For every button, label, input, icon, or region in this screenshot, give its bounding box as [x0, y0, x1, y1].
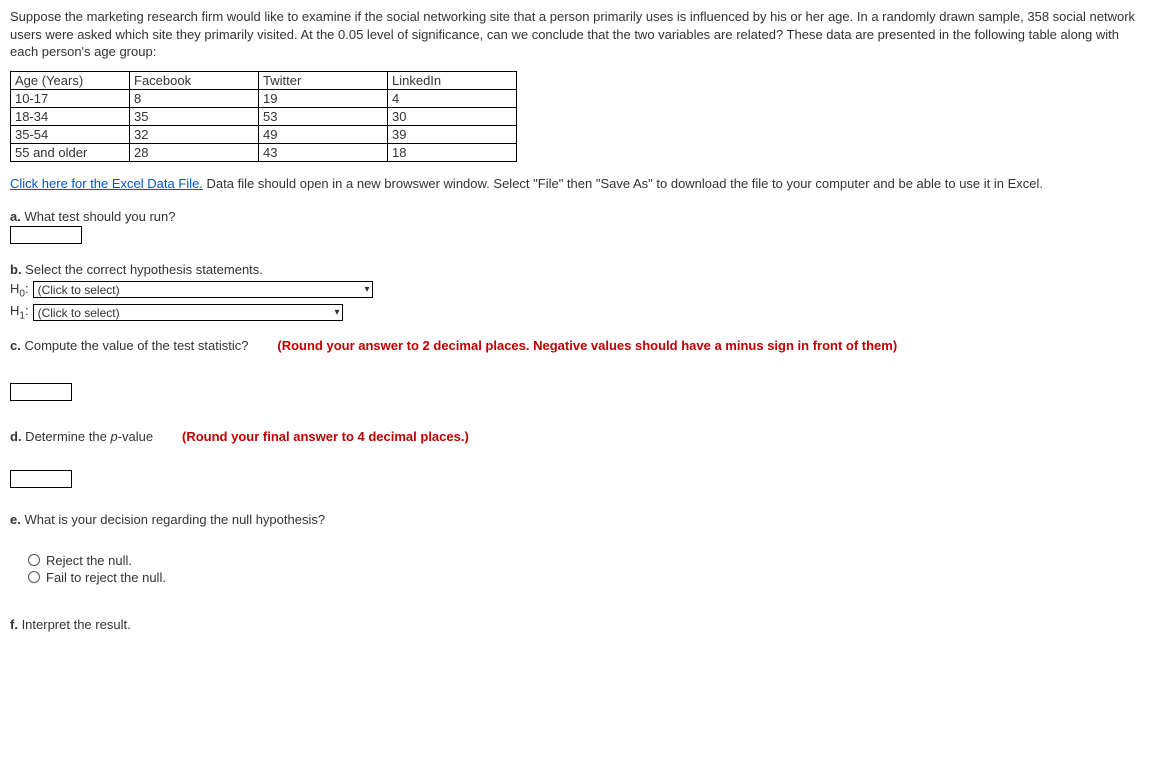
qa-d-text2: -value [118, 429, 153, 444]
qa-a-prefix: a. [10, 209, 21, 224]
question-c: c. Compute the value of the test statist… [10, 338, 1140, 401]
cell-li: 39 [388, 125, 517, 143]
datafile-instruction: Data file should open in a new browswer … [203, 176, 1043, 191]
qa-d-text: Determine the [22, 429, 111, 444]
cell-tw: 43 [259, 143, 388, 161]
data-table: Age (Years) Facebook Twitter LinkedIn 10… [10, 71, 517, 162]
cell-age: 35-54 [11, 125, 130, 143]
cell-li: 4 [388, 89, 517, 107]
h1-label: H1: [10, 301, 29, 324]
chevron-down-icon: ▾ [365, 282, 370, 297]
cell-li: 18 [388, 143, 517, 161]
qa-a-text: What test should you run? [21, 209, 176, 224]
h0-select[interactable]: (Click to select) ▾ [33, 281, 373, 298]
intro-text: Suppose the marketing research firm woul… [10, 8, 1140, 61]
cell-tw: 19 [259, 89, 388, 107]
qa-b-text: Select the correct hypothesis statements… [22, 262, 263, 277]
excel-data-file-link[interactable]: Click here for the Excel Data File. [10, 176, 203, 191]
table-row: 55 and older 28 43 18 [11, 143, 517, 161]
cell-age: 18-34 [11, 107, 130, 125]
table-header-row: Age (Years) Facebook Twitter LinkedIn [11, 71, 517, 89]
question-e: e. What is your decision regarding the n… [10, 512, 1140, 585]
cell-fb: 32 [130, 125, 259, 143]
qa-b-prefix: b. [10, 262, 22, 277]
radio-label-fail-reject: Fail to reject the null. [46, 570, 166, 585]
question-b: b. Select the correct hypothesis stateme… [10, 262, 1140, 324]
qa-e-text: What is your decision regarding the null… [21, 512, 325, 527]
question-d: d. Determine the p-value (Round your fin… [10, 429, 1140, 488]
th-twitter: Twitter [259, 71, 388, 89]
radio-option-reject[interactable]: Reject the null. [28, 553, 1140, 568]
qa-c-hint: (Round your answer to 2 decimal places. … [277, 338, 897, 353]
qa-f-text: Interpret the result. [18, 617, 131, 632]
question-a: a. What test should you run? [10, 209, 1140, 244]
cell-tw: 53 [259, 107, 388, 125]
h1-select-placeholder: (Click to select) [38, 304, 120, 322]
table-row: 10-17 8 19 4 [11, 89, 517, 107]
h0-label: H0: [10, 279, 29, 302]
cell-fb: 35 [130, 107, 259, 125]
qa-e-prefix: e. [10, 512, 21, 527]
qa-c-prefix: c. [10, 338, 21, 353]
th-facebook: Facebook [130, 71, 259, 89]
h1-select[interactable]: (Click to select) ▾ [33, 304, 343, 321]
cell-li: 30 [388, 107, 517, 125]
radio-option-fail-reject[interactable]: Fail to reject the null. [28, 570, 1140, 585]
cell-tw: 49 [259, 125, 388, 143]
cell-age: 55 and older [11, 143, 130, 161]
cell-fb: 8 [130, 89, 259, 107]
table-row: 35-54 32 49 39 [11, 125, 517, 143]
qa-f-prefix: f. [10, 617, 18, 632]
p-italic: p [110, 429, 117, 444]
cell-fb: 28 [130, 143, 259, 161]
qa-c-text: Compute the value of the test statistic? [21, 338, 249, 353]
table-row: 18-34 35 53 30 [11, 107, 517, 125]
h0-select-placeholder: (Click to select) [38, 281, 120, 299]
th-age: Age (Years) [11, 71, 130, 89]
test-name-input[interactable] [10, 226, 82, 244]
cell-age: 10-17 [11, 89, 130, 107]
th-linkedin: LinkedIn [388, 71, 517, 89]
question-f: f. Interpret the result. [10, 617, 1140, 632]
chevron-down-icon: ▾ [335, 305, 340, 320]
radio-icon [28, 571, 40, 583]
radio-icon [28, 554, 40, 566]
qa-d-hint: (Round your final answer to 4 decimal pl… [182, 429, 469, 444]
qa-d-prefix: d. [10, 429, 22, 444]
radio-label-reject: Reject the null. [46, 553, 132, 568]
test-statistic-input[interactable] [10, 383, 72, 401]
datafile-note: Click here for the Excel Data File. Data… [10, 176, 1140, 191]
p-value-input[interactable] [10, 470, 72, 488]
